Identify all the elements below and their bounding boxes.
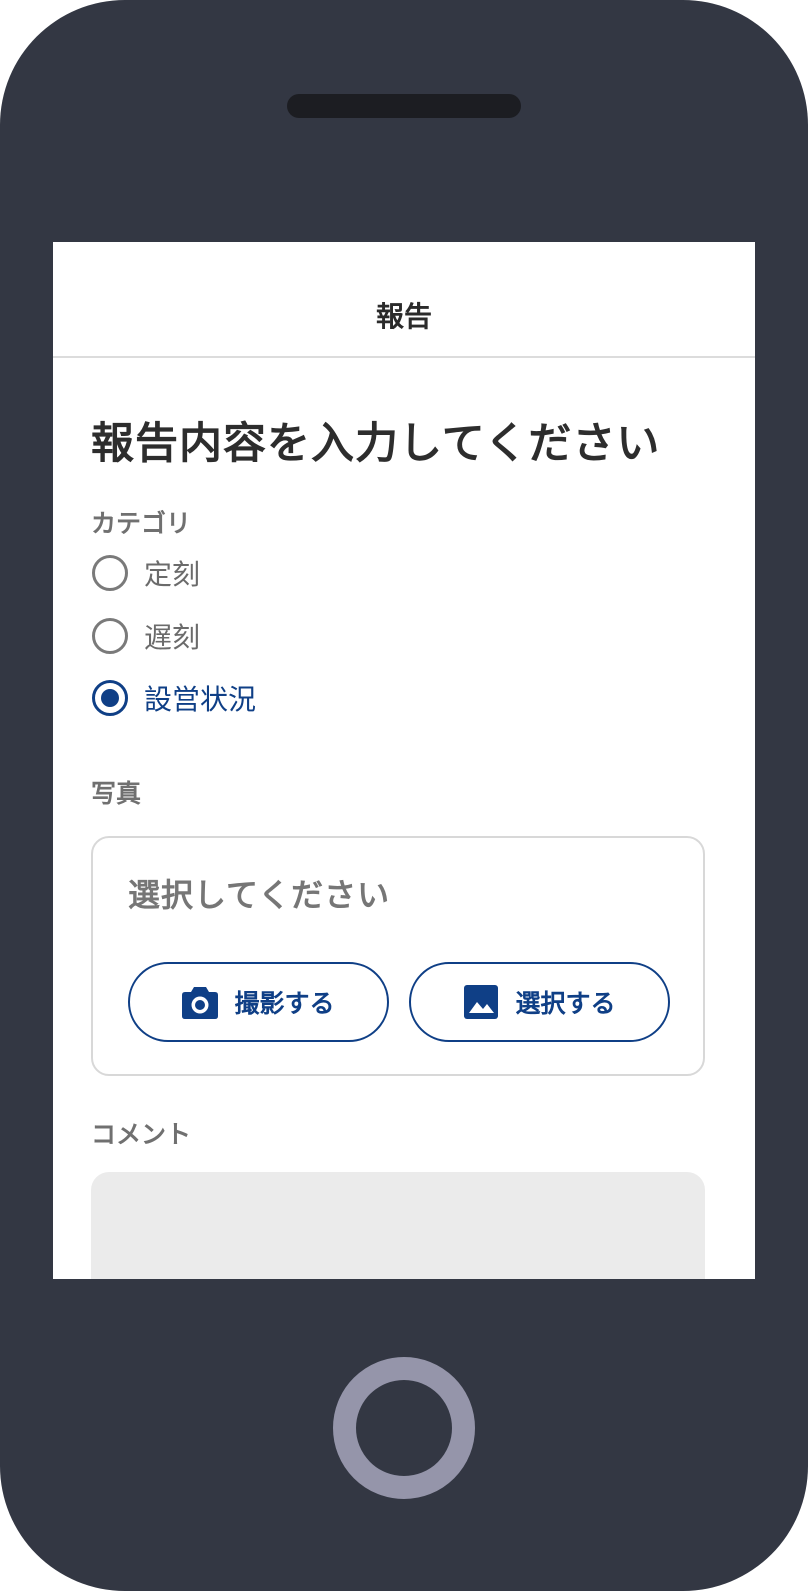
radio-button-unchecked[interactable]: [92, 618, 128, 654]
category-option-label: 定刻: [144, 558, 201, 591]
choose-photo-button[interactable]: 選択する: [409, 962, 670, 1042]
image-icon: [463, 985, 499, 1019]
category-option-label: 設営状況: [144, 683, 257, 716]
phone-speaker: [287, 94, 521, 118]
camera-icon: [182, 985, 219, 1019]
category-label: カテゴリ: [91, 509, 192, 538]
comment-label: コメント: [91, 1120, 192, 1149]
category-option-setsuei-joukyou[interactable]: 設営状況: [92, 678, 256, 718]
comment-textarea[interactable]: [91, 1172, 705, 1279]
category-option-teikoku[interactable]: 定刻: [92, 553, 200, 593]
app-header-title: 報告: [375, 300, 432, 333]
photo-label: 写真: [91, 779, 142, 808]
phone-frame: 報告 報告内容を入力してください カテゴリ 定刻 遅刻 設営状況 写真 選択して…: [0, 0, 808, 1591]
choose-photo-label: 選択する: [515, 989, 616, 1018]
take-photo-label: 撮影する: [234, 989, 335, 1018]
category-option-label: 遅刻: [144, 621, 201, 654]
app-header: 報告: [53, 242, 755, 358]
app-screen: 報告 報告内容を入力してください カテゴリ 定刻 遅刻 設営状況 写真 選択して…: [53, 242, 755, 1279]
radio-button-checked[interactable]: [92, 680, 128, 716]
photo-placeholder: 選択してください: [128, 876, 391, 914]
category-option-chikoku[interactable]: 遅刻: [92, 616, 200, 656]
radio-button-unchecked[interactable]: [92, 555, 128, 591]
photo-picker: 選択してください 撮影する 選択する: [91, 836, 705, 1076]
form-title: 報告内容を入力してください: [91, 419, 661, 469]
home-button[interactable]: [333, 1357, 475, 1499]
take-photo-button[interactable]: 撮影する: [128, 962, 389, 1042]
